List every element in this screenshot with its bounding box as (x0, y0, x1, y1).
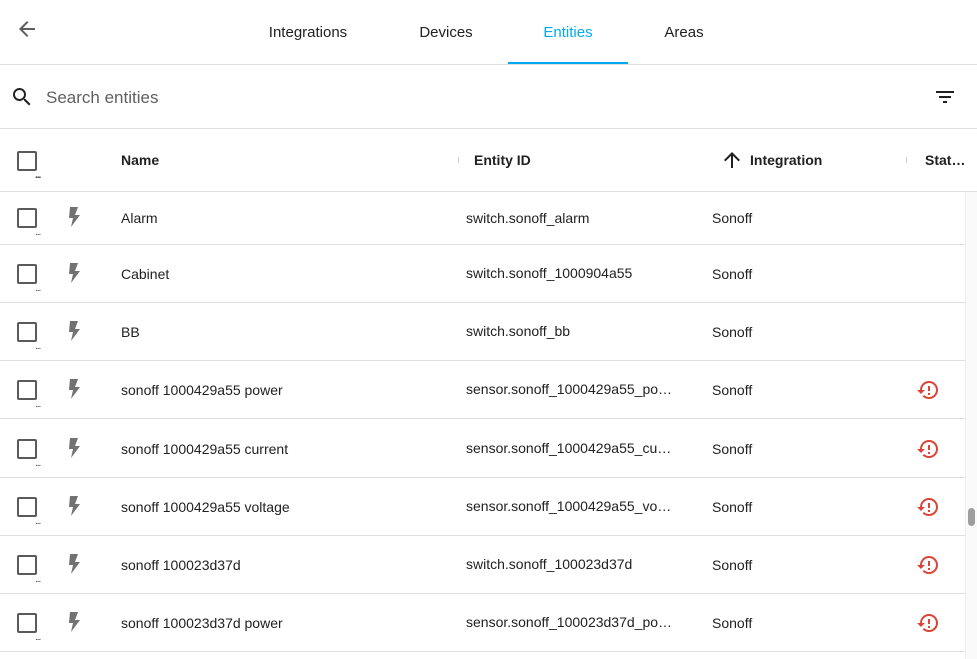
flash-icon (69, 379, 80, 399)
row-checkbox[interactable] (17, 613, 37, 633)
row-entity-id: switch.sonoff_100023d37d (466, 556, 633, 572)
ellipsis-icon: ... (35, 227, 41, 238)
flash-icon (69, 496, 80, 516)
tab-integrations[interactable]: Integrations (256, 0, 360, 64)
ellipsis-icon: ... (35, 516, 41, 527)
column-divider (458, 157, 459, 163)
table-row[interactable]: ... sonoff 1000429a55 power sensor.sonoff_… (0, 361, 965, 419)
row-integration: Sonoff (712, 381, 753, 398)
row-integration: Sonoff (712, 440, 753, 457)
table-row[interactable]: ... sonoff 100023d37d power sensor.sonoff_… (0, 594, 965, 652)
row-checkbox[interactable] (17, 497, 37, 517)
scrollbar-thumb[interactable] (968, 508, 975, 526)
row-entity-id: switch.sonoff_alarm (466, 210, 590, 226)
restore-alert-icon[interactable] (916, 378, 940, 402)
filter-variant-icon[interactable] (932, 85, 958, 109)
back-button[interactable] (10, 12, 44, 46)
column-header-integration[interactable]: Integration (720, 129, 822, 191)
row-entity-id: sensor.sonoff_1000429a55_po… (466, 381, 673, 397)
row-name: sonoff 100023d37d power (121, 614, 283, 631)
row-integration: Sonoff (712, 614, 753, 631)
scrollbar-track[interactable] (965, 192, 977, 659)
restore-alert-icon[interactable] (916, 611, 940, 635)
tab-entities[interactable]: Entities (508, 0, 628, 64)
ellipsis-icon: ... (35, 170, 41, 181)
flash-icon (69, 554, 80, 574)
row-entity-id: switch.sonoff_bb (466, 323, 571, 339)
table-row[interactable]: ... sonoff 1000429a55 current sensor.sonof… (0, 420, 965, 478)
row-name: sonoff 1000429a55 voltage (121, 498, 290, 515)
table-row[interactable]: ... Alarm switch.sonoff_alarm Sonoff (0, 192, 965, 245)
table-header: ... Name Entity ID Integration Stat… (0, 129, 977, 192)
row-entity-id: switch.sonoff_1000904a55 (466, 265, 633, 281)
flash-icon (69, 612, 80, 632)
row-name: Cabinet (121, 265, 170, 282)
row-checkbox[interactable] (17, 555, 37, 575)
table-row[interactable]: ... sonoff 100023d37d switch.sonoff_100023… (0, 536, 965, 594)
select-all-checkbox[interactable] (17, 151, 37, 171)
row-checkbox[interactable] (17, 439, 37, 459)
tab-areas[interactable]: Areas (646, 0, 722, 64)
restore-alert-icon[interactable] (916, 553, 940, 577)
arrow-left-icon (19, 21, 35, 37)
flash-icon (69, 207, 80, 227)
row-integration: Sonoff (712, 323, 753, 340)
row-entity-id: sensor.sonoff_1000429a55_vo… (466, 498, 672, 514)
row-integration: Sonoff (712, 210, 753, 226)
search-bar (0, 65, 977, 129)
ellipsis-icon: ... (35, 632, 41, 643)
row-name: sonoff 1000429a55 current (121, 440, 289, 457)
search-input[interactable] (44, 83, 848, 113)
column-header-name[interactable]: Name (121, 129, 159, 191)
top-app-bar: Integrations Devices Entities Areas (0, 0, 977, 65)
row-checkbox[interactable] (17, 208, 37, 228)
table-row[interactable]: ... BB switch.sonoff_bb Sonoff (0, 303, 965, 361)
table-row[interactable]: ... sonoff 1000429a55 voltage sensor.sonof… (0, 478, 965, 536)
row-entity-id: sensor.sonoff_100023d37d_po… (466, 614, 673, 630)
ellipsis-icon: ... (35, 458, 41, 469)
flash-icon (69, 263, 80, 283)
row-checkbox[interactable] (17, 380, 37, 400)
flash-icon (69, 321, 80, 341)
magnify-icon (13, 88, 31, 106)
column-divider (906, 157, 907, 163)
row-integration: Sonoff (712, 265, 753, 282)
column-header-status[interactable]: Stat… (925, 129, 965, 191)
row-name: sonoff 100023d37d (121, 556, 241, 573)
flash-icon (69, 438, 80, 458)
row-name: BB (121, 323, 140, 340)
row-checkbox[interactable] (17, 264, 37, 284)
row-checkbox[interactable] (17, 322, 37, 342)
column-header-entity-id[interactable]: Entity ID (474, 129, 531, 191)
restore-alert-icon[interactable] (916, 437, 940, 461)
ellipsis-icon: ... (35, 341, 41, 352)
ellipsis-icon: ... (35, 283, 41, 294)
row-name: Alarm (121, 210, 158, 226)
arrow-up-icon (724, 152, 740, 168)
tab-devices[interactable]: Devices (400, 0, 492, 64)
row-integration: Sonoff (712, 498, 753, 515)
column-header-integration-label: Integration (750, 152, 823, 168)
restore-alert-icon[interactable] (916, 495, 940, 519)
table-row[interactable]: ... Cabinet switch.sonoff_1000904a55 Sonoff (0, 245, 965, 303)
row-integration: Sonoff (712, 556, 753, 573)
ellipsis-icon: ... (35, 574, 41, 585)
row-entity-id: sensor.sonoff_1000429a55_cu… (466, 440, 672, 456)
ellipsis-icon: ... (35, 399, 41, 410)
row-name: sonoff 1000429a55 power (121, 381, 283, 398)
